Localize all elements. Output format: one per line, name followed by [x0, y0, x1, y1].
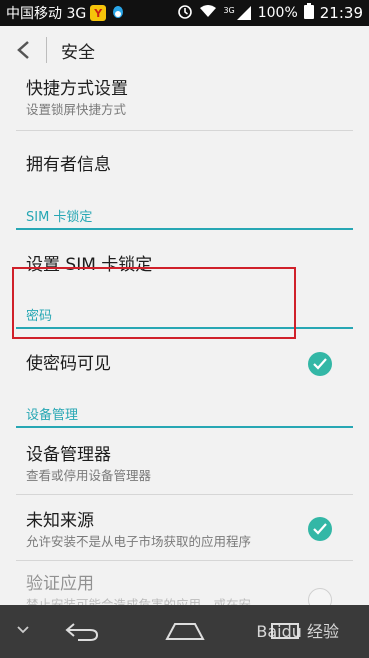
header-divider — [46, 37, 47, 63]
alarm-icon — [177, 3, 193, 23]
battery-percent: 100% — [257, 5, 298, 21]
battery-icon — [303, 3, 314, 23]
section-divider — [16, 228, 353, 230]
list-item-device-admin[interactable]: 设备管理器 查看或停用设备管理器 — [26, 444, 353, 484]
list-item-shortcut[interactable]: 快捷方式设置 设置锁屏快捷方式 — [26, 78, 353, 118]
item-title: 使密码可见 — [26, 354, 111, 374]
chevron-left-icon — [17, 41, 29, 59]
chevron-down-icon — [17, 626, 29, 634]
checkbox-unknown-sources[interactable] — [308, 517, 332, 541]
signal-icon: 3G — [223, 6, 251, 20]
checkbox-show-password[interactable] — [308, 352, 332, 376]
checkbox-verify-apps[interactable] — [308, 588, 332, 605]
action-bar: 安全 — [0, 26, 369, 74]
divider — [16, 130, 353, 131]
item-title: 未知来源 — [26, 511, 94, 531]
check-icon — [313, 358, 327, 370]
section-header-sim: SIM 卡锁定 — [26, 210, 93, 225]
status-bar: 中国移动 3G Y 3G 100% 21:39 — [0, 0, 369, 26]
back-button[interactable] — [0, 26, 46, 74]
page-title: 安全 — [61, 42, 95, 63]
item-title: 验证应用 — [26, 574, 94, 594]
wifi-icon — [199, 4, 217, 22]
item-subtitle: 查看或停用设备管理器 — [26, 468, 152, 483]
check-icon — [313, 523, 327, 535]
back-arrow-icon — [65, 623, 99, 641]
item-subtitle: 禁止安装可能会造成危害的应用，或在安 — [26, 597, 252, 605]
divider — [16, 560, 353, 561]
back-nav-button[interactable] — [62, 617, 102, 645]
item-subtitle: 允许安装不是从电子市场获取的应用程序 — [26, 534, 252, 549]
carrier-label: 中国移动 3G — [6, 6, 87, 22]
list-item-owner-info[interactable]: 拥有者信息 — [26, 154, 353, 176]
hide-nav-button[interactable] — [12, 619, 34, 641]
watermark-text: Baidu 经验 — [256, 622, 339, 641]
highlight-box — [12, 267, 296, 339]
list-item-unknown-sources[interactable]: 未知来源 允许安装不是从电子市场获取的应用程序 — [26, 510, 353, 550]
divider — [16, 494, 353, 495]
settings-list[interactable]: 快捷方式设置 设置锁屏快捷方式 拥有者信息 SIM 卡锁定 设置 SIM 卡锁定… — [0, 74, 369, 605]
section-header-device-admin: 设备管理 — [26, 408, 79, 423]
item-title: 设备管理器 — [26, 445, 111, 465]
app-notification-icon: Y — [90, 5, 107, 21]
section-divider — [16, 426, 353, 428]
item-title: 拥有者信息 — [26, 155, 111, 175]
qq-icon — [110, 5, 126, 21]
item-subtitle: 设置锁屏快捷方式 — [26, 102, 127, 117]
item-title: 快捷方式设置 — [26, 79, 128, 99]
clock: 21:39 — [319, 4, 363, 22]
home-icon — [165, 623, 205, 640]
list-item-verify-apps[interactable]: 验证应用 禁止安装可能会造成危害的应用，或在安 — [26, 573, 353, 605]
list-item-show-password[interactable]: 使密码可见 — [26, 353, 353, 375]
home-nav-button[interactable] — [164, 617, 206, 645]
